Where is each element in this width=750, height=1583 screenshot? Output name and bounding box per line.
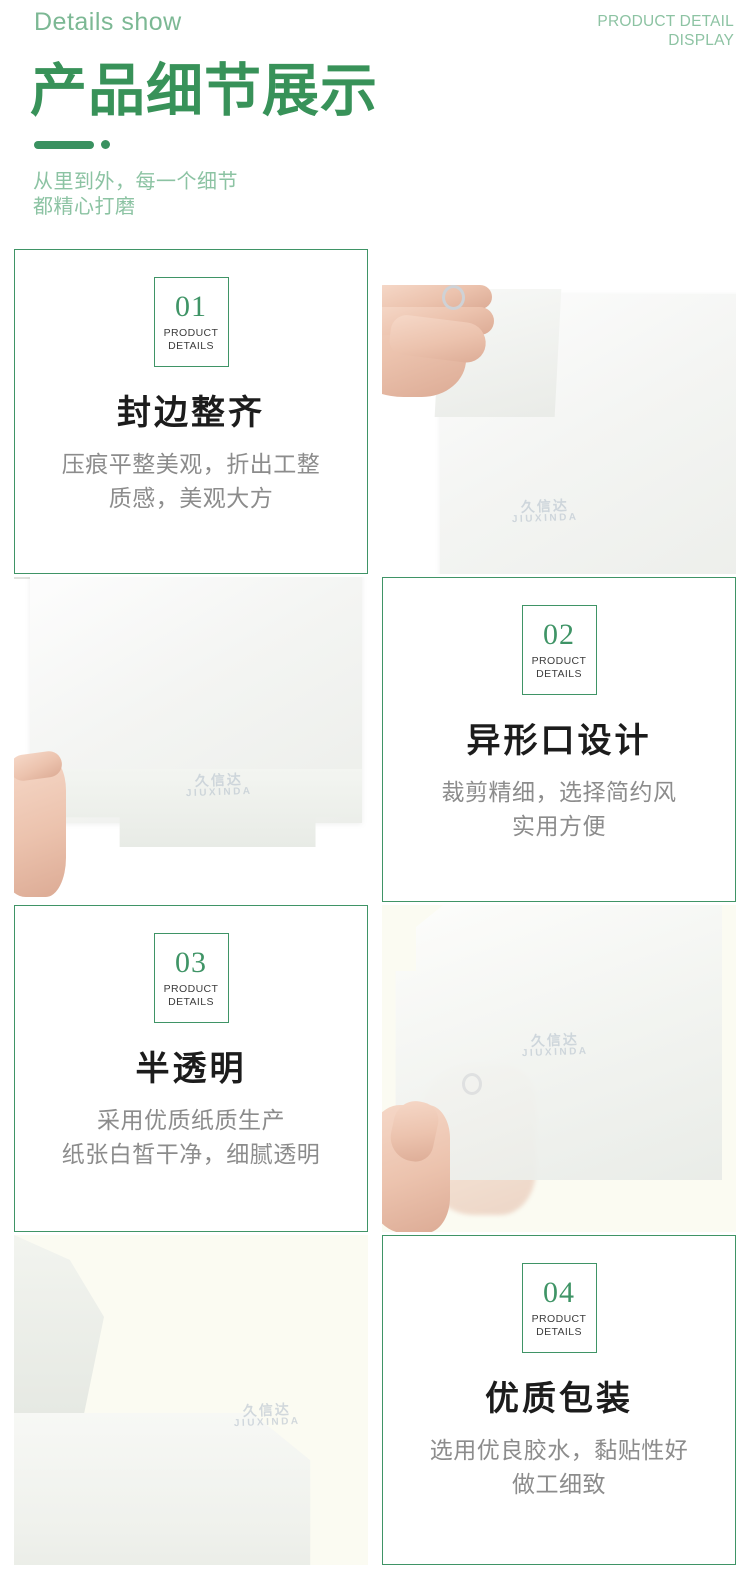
badge-caption-line-2: DETAILS	[168, 339, 214, 352]
card-desc-line-1: 压痕平整美观，折出工整	[61, 451, 321, 477]
product-photo-image-01: 久信达 JIUXINDA	[382, 249, 736, 574]
divider-dot-icon	[101, 140, 110, 149]
detail-grid: 01 PRODUCT DETAILS 封边整齐 压痕平整美观，折出工整 质感，美…	[14, 249, 736, 1565]
badge-number-04: 04	[543, 1276, 575, 1309]
ring-icon	[442, 285, 465, 310]
detail-photo-02: 久信达 JIUXINDA	[14, 577, 368, 902]
card-desc-line-1: 选用优良胶水，黏贴性好	[429, 1437, 689, 1463]
page-title: 产品细节展示	[30, 59, 378, 123]
badge-caption-04: PRODUCT DETAILS	[532, 1313, 587, 1338]
card-description-03: 采用优质纸质生产 纸张白皙干净，细腻透明	[52, 1103, 331, 1171]
card-description-04: 选用优良胶水，黏贴性好 做工细致	[420, 1433, 699, 1501]
product-photo-image-02: 久信达 JIUXINDA	[14, 577, 368, 902]
detail-card-02: 02 PRODUCT DETAILS 异形口设计 裁剪精细，选择简约风 实用方便	[382, 577, 736, 902]
paper-sheet-back	[14, 1235, 104, 1413]
header-english-title: PRODUCT DETAIL DISPLAY	[494, 12, 734, 50]
badge-number-03: 03	[175, 946, 207, 979]
badge-number-02: 02	[543, 618, 575, 651]
title-divider	[34, 140, 110, 149]
badge-01: 01 PRODUCT DETAILS	[153, 277, 229, 367]
detail-card-03: 03 PRODUCT DETAILS 半透明 采用优质纸质生产 纸张白皙干净，细…	[14, 905, 368, 1232]
badge-caption-line-2: DETAILS	[536, 667, 582, 680]
header-eyebrow: Details show	[34, 8, 182, 36]
badge-caption-03: PRODUCT DETAILS	[164, 983, 219, 1008]
card-title-03: 半透明	[135, 1050, 247, 1088]
badge-caption-line-2: DETAILS	[536, 1325, 582, 1338]
page-header: Details show PRODUCT DETAIL DISPLAY 产品细节…	[0, 0, 750, 240]
paper-sheet-front	[14, 1413, 311, 1565]
header-subtitle-line-1: 从里到外，每一个细节	[33, 171, 238, 193]
detail-card-04: 04 PRODUCT DETAILS 优质包装 选用优良胶水，黏贴性好 做工细致	[382, 1235, 736, 1565]
card-desc-line-2: 质感，美观大方	[108, 485, 274, 511]
badge-caption-line-1: PRODUCT	[531, 1313, 587, 1325]
hand-finger-index	[382, 285, 492, 309]
detail-card-01: 01 PRODUCT DETAILS 封边整齐 压痕平整美观，折出工整 质感，美…	[14, 249, 368, 574]
badge-caption-line-1: PRODUCT	[531, 655, 587, 667]
badge-caption-line-1: PRODUCT	[163, 327, 219, 339]
badge-caption-01: PRODUCT DETAILS	[164, 327, 219, 352]
badge-caption-02: PRODUCT DETAILS	[532, 655, 587, 680]
ring-icon	[462, 1073, 482, 1095]
card-desc-line-2: 实用方便	[512, 813, 606, 839]
product-photo-image-03: 久信达 JIUXINDA	[382, 905, 736, 1232]
badge-number-01: 01	[175, 290, 207, 323]
badge-caption-line-2: DETAILS	[168, 995, 214, 1008]
header-subtitle: 从里到外，每一个细节 都精心打磨	[33, 170, 238, 220]
card-title-02: 异形口设计	[466, 722, 652, 760]
divider-bar-icon	[34, 140, 94, 149]
card-desc-line-1: 裁剪精细，选择简约风	[441, 779, 677, 805]
badge-03: 03 PRODUCT DETAILS	[153, 933, 229, 1023]
badge-caption-line-1: PRODUCT	[163, 983, 219, 995]
card-title-04: 优质包装	[485, 1380, 633, 1418]
card-description-02: 裁剪精细，选择简约风 实用方便	[432, 775, 687, 843]
card-desc-line-1: 采用优质纸质生产	[97, 1107, 285, 1133]
badge-04: 04 PRODUCT DETAILS	[521, 1263, 597, 1353]
detail-photo-04: 久信达 JIUXINDA	[14, 1235, 368, 1565]
badge-02: 02 PRODUCT DETAILS	[521, 605, 597, 695]
envelope-shaped-flap	[30, 769, 362, 847]
header-english-line-1: PRODUCT DETAIL	[597, 13, 734, 30]
product-photo-image-04: 久信达 JIUXINDA	[14, 1235, 368, 1565]
detail-photo-01: 久信达 JIUXINDA	[382, 249, 736, 574]
card-description-01: 压痕平整美观，折出工整 质感，美观大方	[52, 447, 331, 515]
header-english-line-2: DISPLAY	[668, 32, 734, 49]
card-desc-line-2: 纸张白皙干净，细腻透明	[61, 1141, 321, 1167]
header-subtitle-line-2: 都精心打磨	[33, 196, 136, 218]
card-title-01: 封边整齐	[117, 394, 265, 432]
detail-photo-03: 久信达 JIUXINDA	[382, 905, 736, 1232]
card-desc-line-2: 做工细致	[512, 1471, 606, 1497]
